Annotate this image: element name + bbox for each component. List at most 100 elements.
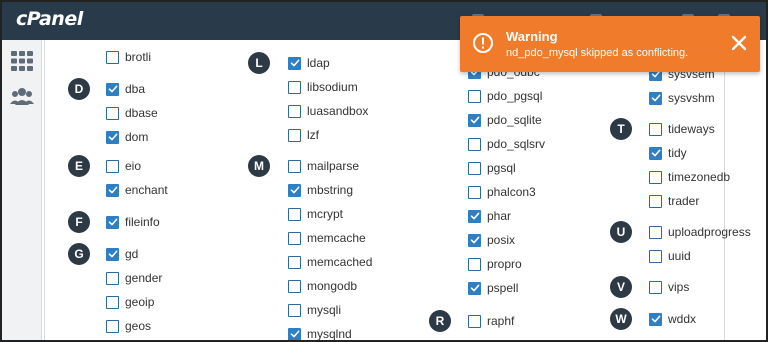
extension-checkbox[interactable] xyxy=(288,231,301,245)
extension-checkbox[interactable] xyxy=(649,225,662,239)
extension-label: fileinfo xyxy=(125,215,160,229)
extension-checkbox[interactable] xyxy=(288,303,301,317)
extension-sysvshm[interactable]: sysvshm xyxy=(649,90,715,106)
extension-checkbox[interactable] xyxy=(288,279,301,293)
extension-checkbox[interactable] xyxy=(649,146,662,160)
extension-brotli[interactable]: brotli xyxy=(106,49,151,65)
extension-mongodb[interactable]: mongodb xyxy=(288,278,357,294)
extension-checkbox[interactable] xyxy=(468,137,481,151)
extension-checkbox[interactable] xyxy=(106,106,119,120)
extension-raphf[interactable]: raphf xyxy=(468,313,514,329)
extension-tidy[interactable]: tidy xyxy=(649,145,687,161)
extension-label: pdo_pgsql xyxy=(487,89,543,103)
extension-pdo-sqlite[interactable]: pdo_sqlite xyxy=(468,112,542,128)
extension-label: pgsql xyxy=(487,161,516,175)
extension-checkbox[interactable] xyxy=(468,185,481,199)
extension-label: gender xyxy=(125,271,163,285)
extension-checkbox[interactable] xyxy=(288,159,301,173)
extension-checkbox[interactable] xyxy=(649,280,662,294)
extension-phar[interactable]: phar xyxy=(468,208,511,224)
extension-checkbox[interactable] xyxy=(106,183,119,197)
extension-checkbox[interactable] xyxy=(106,159,119,173)
extension-luasandbox[interactable]: luasandbox xyxy=(288,103,368,119)
extension-uuid[interactable]: uuid xyxy=(649,248,691,264)
letter-badge-u: U xyxy=(610,221,632,243)
extension-checkbox[interactable] xyxy=(649,249,662,263)
extension-checkbox[interactable] xyxy=(288,255,301,269)
extension-gd[interactable]: gd xyxy=(106,246,138,262)
extension-checkbox[interactable] xyxy=(288,207,301,221)
extension-label: mailparse xyxy=(307,159,360,173)
extension-eio[interactable]: eio xyxy=(106,158,141,174)
extension-checkbox[interactable] xyxy=(468,161,481,175)
extension-checkbox[interactable] xyxy=(106,82,119,96)
extension-checkbox[interactable] xyxy=(649,170,662,184)
extension-timezonedb[interactable]: timezonedb xyxy=(649,169,730,185)
extension-pgsql[interactable]: pgsql xyxy=(468,160,516,176)
extension-checkbox[interactable] xyxy=(288,80,301,94)
extension-uploadprogress[interactable]: uploadprogress xyxy=(649,224,751,240)
extension-checkbox[interactable] xyxy=(468,89,481,103)
extension-label: geoip xyxy=(125,295,155,309)
extension-mysqli[interactable]: mysqli xyxy=(288,302,341,318)
extension-mailparse[interactable]: mailparse xyxy=(288,158,359,174)
extension-checkbox[interactable] xyxy=(468,113,481,127)
extension-checkbox[interactable] xyxy=(649,194,662,208)
extension-checkbox[interactable] xyxy=(288,128,301,142)
extension-checkbox[interactable] xyxy=(106,319,119,333)
users-icon[interactable] xyxy=(10,86,34,108)
extension-label: geos xyxy=(125,319,152,333)
extension-propro[interactable]: propro xyxy=(468,256,522,272)
extension-geos[interactable]: geos xyxy=(106,318,151,334)
extension-checkbox[interactable] xyxy=(288,183,301,197)
extension-mcrypt[interactable]: mcrypt xyxy=(288,206,343,222)
extension-label: uuid xyxy=(668,249,691,263)
extension-checkbox[interactable] xyxy=(288,104,301,118)
extension-checkbox[interactable] xyxy=(106,271,119,285)
extension-libsodium[interactable]: libsodium xyxy=(288,79,358,95)
extension-checkbox[interactable] xyxy=(468,209,481,223)
extension-dba[interactable]: dba xyxy=(106,81,145,97)
extension-checkbox[interactable] xyxy=(106,247,119,261)
extension-memcached[interactable]: memcached xyxy=(288,254,372,270)
extension-checkbox[interactable] xyxy=(468,281,481,295)
extension-checkbox[interactable] xyxy=(106,295,119,309)
extension-ldap[interactable]: ldap xyxy=(288,55,330,71)
extension-checkbox[interactable] xyxy=(468,314,481,328)
extension-memcache[interactable]: memcache xyxy=(288,230,366,246)
extension-wddx[interactable]: wddx xyxy=(649,311,696,327)
extension-vips[interactable]: vips xyxy=(649,279,689,295)
cpanel-logo[interactable]: cPanel xyxy=(16,8,83,30)
extension-checkbox[interactable] xyxy=(106,130,119,144)
extension-fileinfo[interactable]: fileinfo xyxy=(106,214,160,230)
extension-checkbox[interactable] xyxy=(106,215,119,229)
close-icon[interactable] xyxy=(728,32,750,54)
grid-icon[interactable] xyxy=(10,50,34,72)
extension-label: pspell xyxy=(487,281,519,295)
extension-checkbox[interactable] xyxy=(468,257,481,271)
extension-phalcon3[interactable]: phalcon3 xyxy=(468,184,536,200)
extension-checkbox[interactable] xyxy=(649,91,662,105)
extension-gender[interactable]: gender xyxy=(106,270,162,286)
extension-mbstring[interactable]: mbstring xyxy=(288,182,353,198)
extension-checkbox[interactable] xyxy=(468,233,481,247)
extension-enchant[interactable]: enchant xyxy=(106,182,168,198)
extension-mysqlnd[interactable]: mysqlnd xyxy=(288,326,352,340)
extension-tideways[interactable]: tideways xyxy=(649,121,715,137)
extension-checkbox[interactable] xyxy=(288,327,301,340)
letter-badge-t: T xyxy=(610,118,632,140)
extension-checkbox[interactable] xyxy=(649,312,662,326)
extension-checkbox[interactable] xyxy=(288,56,301,70)
extension-dbase[interactable]: dbase xyxy=(106,105,158,121)
extension-pspell[interactable]: pspell xyxy=(468,280,518,296)
extension-posix[interactable]: posix xyxy=(468,232,515,248)
extension-lzf[interactable]: lzf xyxy=(288,127,319,143)
extension-geoip[interactable]: geoip xyxy=(106,294,154,310)
extension-checkbox[interactable] xyxy=(649,122,662,136)
extension-trader[interactable]: trader xyxy=(649,193,699,209)
extension-pdo-sqlsrv[interactable]: pdo_sqlsrv xyxy=(468,136,545,152)
extension-label: propro xyxy=(487,257,522,271)
extension-dom[interactable]: dom xyxy=(106,129,148,145)
extension-pdo-pgsql[interactable]: pdo_pgsql xyxy=(468,88,542,104)
extension-checkbox[interactable] xyxy=(106,50,119,64)
